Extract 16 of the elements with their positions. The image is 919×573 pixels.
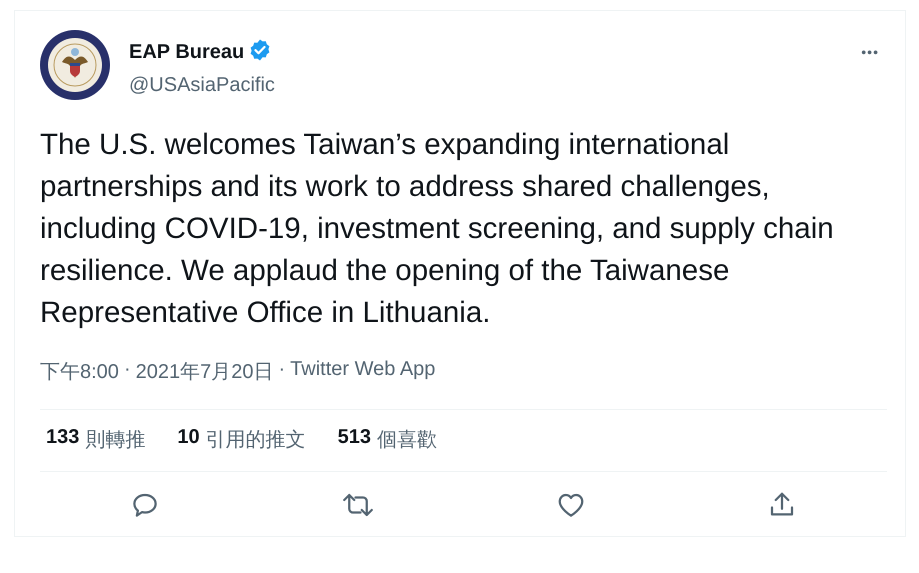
separator-dot: ·: [278, 358, 286, 382]
separator-dot: ·: [124, 358, 131, 382]
account-handle[interactable]: @USAsiaPacific: [129, 74, 842, 97]
tweet-source[interactable]: Twitter Web App: [290, 358, 436, 385]
more-options-icon[interactable]: •••: [861, 44, 879, 60]
stat-label[interactable]: 個喜歡: [377, 426, 437, 453]
stat-count[interactable]: 513: [338, 426, 371, 453]
stat-count[interactable]: 10: [177, 426, 200, 453]
stat-label[interactable]: 則轉推: [85, 426, 146, 453]
tweet-date: 2021年7月20日: [136, 360, 274, 385]
stat-label[interactable]: 引用的推文: [206, 426, 306, 453]
stat-count[interactable]: 133: [46, 426, 80, 453]
account-name[interactable]: EAP Bureau: [129, 41, 244, 64]
tweet-text: The U.S. welcomes Taiwan’s expanding international partnerships and its work to address shared challenges, including COVID-19, investment screening, and supply chain resilience. We applaud the opening of the Taiwanese Representative Office in Lithuania.: [40, 127, 835, 331]
tweet-time: 下午8:00: [40, 360, 119, 385]
seal-avatar[interactable]: [40, 30, 110, 100]
